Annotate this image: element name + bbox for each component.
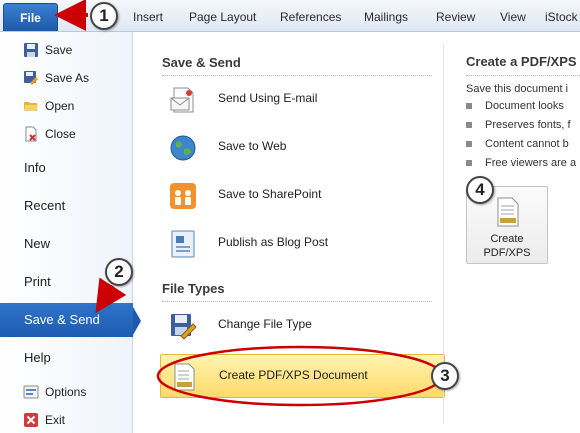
exit-icon	[24, 413, 38, 427]
pdf-document-icon	[174, 363, 195, 391]
publish-blog-post-item[interactable]: Publish as Blog Post	[160, 222, 445, 264]
backstage-sidebar: Save Save As Open Close Info Recent New …	[0, 32, 141, 433]
section-divider	[162, 301, 432, 302]
sidebar-item-help[interactable]: Help	[0, 341, 133, 375]
menu-item-label: Create PDF/XPS Document	[219, 368, 368, 382]
change-file-type-icon	[171, 314, 197, 340]
button-label-line1: Create	[490, 233, 524, 245]
file-types-heading: File Types	[162, 281, 225, 296]
blog-icon	[171, 230, 195, 258]
section-divider	[162, 75, 432, 76]
sidebar-item-open[interactable]: Open	[0, 94, 133, 118]
tab-references[interactable]: References	[280, 10, 341, 24]
save-to-sharepoint-item[interactable]: Save to SharePoint	[160, 174, 445, 216]
sidebar-item-label: Recent	[24, 198, 66, 213]
create-pdf-xps-button[interactable]: Create PDF/XPS	[466, 186, 548, 264]
tab-review[interactable]: Review	[436, 10, 475, 24]
menu-item-label: Save to Web	[218, 139, 287, 153]
create-pdf-xps-document-item[interactable]: Create PDF/XPS Document	[160, 354, 445, 398]
email-icon	[170, 87, 194, 113]
pdf-document-icon	[497, 197, 519, 227]
tab-view[interactable]: View	[500, 10, 526, 24]
save-send-heading: Save & Send	[162, 55, 241, 70]
save-as-icon	[24, 71, 38, 85]
sidebar-item-label: Info	[24, 160, 46, 175]
column-divider	[443, 44, 444, 424]
menu-item-label: Publish as Blog Post	[218, 235, 329, 249]
create-pdf-xps-panel: Create a PDF/XPS Save this document i Do…	[455, 44, 580, 424]
feature-bullet: Content cannot b	[466, 138, 569, 150]
sidebar-item-info[interactable]: Info	[0, 151, 133, 185]
sidebar-item-label: Save & Send	[24, 312, 100, 327]
sidebar-item-save[interactable]: Save	[0, 38, 133, 62]
globe-icon	[170, 135, 196, 161]
sidebar-item-label: Print	[24, 274, 51, 289]
file-tab[interactable]: File	[3, 3, 58, 31]
save-to-web-item[interactable]: Save to Web	[160, 126, 445, 168]
tab-page-layout[interactable]: Page Layout	[189, 10, 256, 24]
button-label-line2: PDF/XPS	[483, 247, 531, 259]
sidebar-item-recent[interactable]: Recent	[0, 189, 133, 223]
tab-istock[interactable]: iStock	[545, 10, 578, 24]
sidebar-item-label: Save As	[45, 71, 90, 85]
sidebar-item-label: Exit	[45, 413, 66, 427]
sidebar-item-label: Close	[45, 127, 76, 141]
change-file-type-item[interactable]: Change File Type	[160, 304, 445, 346]
tab-mailings[interactable]: Mailings	[364, 10, 408, 24]
sidebar-item-close[interactable]: Close	[0, 122, 133, 146]
sidebar-item-label: Help	[24, 350, 51, 365]
tab-insert[interactable]: Insert	[133, 10, 163, 24]
bullet-text: Document looks	[485, 100, 564, 112]
ribbon-tab-bar: File Insert Page Layout References Maili…	[0, 0, 580, 32]
sidebar-item-label: New	[24, 236, 51, 251]
sidebar-item-exit[interactable]: Exit	[0, 408, 133, 432]
bullet-text: Free viewers are a	[485, 157, 577, 169]
options-icon	[23, 385, 39, 399]
feature-bullet: Document looks	[466, 100, 564, 112]
menu-item-label: Send Using E-mail	[218, 91, 318, 105]
close-document-icon	[25, 126, 37, 142]
sidebar-item-options[interactable]: Options	[0, 380, 133, 404]
open-folder-icon	[24, 102, 38, 111]
panel-intro-text: Save this document i	[466, 83, 569, 95]
save-send-panel: Save & Send Send Using E-mail Save to We…	[150, 44, 445, 424]
sidebar-item-label: Open	[45, 99, 75, 113]
feature-bullet: Preserves fonts, f	[466, 119, 571, 131]
sidebar-item-save-as[interactable]: Save As	[0, 66, 133, 90]
section-divider	[466, 75, 580, 76]
sidebar-item-label: Save	[45, 43, 73, 57]
sharepoint-icon	[170, 183, 196, 209]
sidebar-item-new[interactable]: New	[0, 227, 133, 261]
save-icon	[24, 43, 38, 57]
sidebar-item-label: Options	[45, 385, 87, 399]
send-using-email-item[interactable]: Send Using E-mail	[160, 78, 445, 120]
sidebar-item-save-send[interactable]: Save & Send	[0, 303, 141, 337]
panel-title: Create a PDF/XPS	[466, 54, 577, 69]
bullet-text: Content cannot b	[485, 138, 569, 150]
menu-item-label: Save to SharePoint	[218, 187, 322, 201]
bullet-text: Preserves fonts, f	[485, 119, 571, 131]
feature-bullet: Free viewers are a	[466, 157, 576, 169]
menu-item-label: Change File Type	[218, 317, 312, 331]
sidebar-item-print[interactable]: Print	[0, 265, 133, 299]
